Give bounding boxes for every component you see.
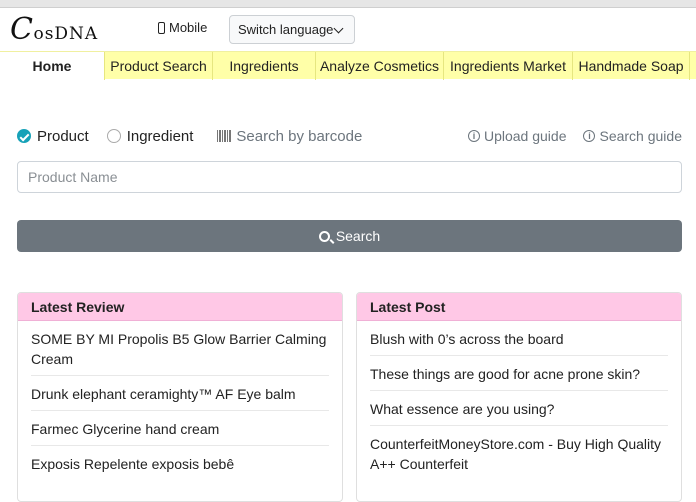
nav-item-handmade-soap[interactable]: Handmade Soap <box>573 52 690 80</box>
cosdna-logo[interactable]: CosDNA <box>10 12 98 47</box>
latest-review-title: Latest Review <box>18 293 342 321</box>
review-item[interactable]: Farmec Glycerine hand cream <box>31 411 329 446</box>
radio-product[interactable]: Product <box>17 128 89 145</box>
post-item[interactable]: These things are good for acne prone ski… <box>370 356 668 391</box>
post-item[interactable]: What essence are you using? <box>370 391 668 426</box>
radio-unchecked-icon <box>106 129 121 143</box>
review-item[interactable]: Exposis Repelente exposis bebê <box>31 446 329 480</box>
nav-item-analyze-cosmetics[interactable]: Analyze Cosmetics <box>316 52 444 80</box>
barcode-label: Search by barcode <box>236 127 363 145</box>
nav-item-home[interactable]: Home <box>0 52 105 80</box>
radio-ingredient-label: Ingredient <box>126 127 194 145</box>
upload-guide-label: Upload guide <box>483 128 567 144</box>
chevron-down-icon <box>333 23 344 34</box>
search-button[interactable]: Search <box>17 220 682 252</box>
info-icon: i <box>583 130 596 142</box>
radio-ingredient[interactable]: Ingredient <box>106 127 194 145</box>
product-name-input[interactable]: Product Name <box>17 161 682 193</box>
search-guide-link[interactable]: i Search guide <box>583 128 682 144</box>
switch-language-label: Switch language <box>238 22 334 37</box>
nav-item-product-search[interactable]: Product Search <box>105 52 213 80</box>
search-icon <box>318 230 330 242</box>
mobile-phone-icon <box>158 21 165 34</box>
review-item[interactable]: SOME BY MI Propolis B5 Glow Barrier Calm… <box>31 321 329 376</box>
radio-product-label: Product <box>37 127 89 145</box>
mobile-label: Mobile <box>169 20 208 35</box>
nav-item-ingredients[interactable]: Ingredients <box>213 52 316 80</box>
search-by-barcode-link[interactable]: Search by barcode <box>217 128 362 145</box>
search-guide-label: Search guide <box>599 128 682 144</box>
post-item[interactable]: Blush with 0’s across the board <box>370 321 668 356</box>
latest-post-card: Latest Post Blush with 0’s across the bo… <box>356 292 682 502</box>
barcode-icon <box>217 130 232 142</box>
post-item[interactable]: CounterfeitMoneyStore.com - Buy High Qua… <box>370 426 668 480</box>
review-item[interactable]: Drunk elephant ceramighty™ AF Eye balm <box>31 376 329 411</box>
nav-item-ingredients-market[interactable]: Ingredients Market <box>444 52 573 80</box>
latest-post-title: Latest Post <box>357 293 681 321</box>
upload-guide-link[interactable]: i Upload guide <box>467 128 567 144</box>
info-icon: i <box>467 130 480 142</box>
switch-language-dropdown[interactable]: Switch language <box>229 15 355 44</box>
main-nav: Home Product Search Ingredients Analyze … <box>0 51 696 80</box>
site-header: CosDNA Mobile Switch language <box>0 8 696 51</box>
radio-checked-icon <box>17 129 31 143</box>
search-options-row: Product Ingredient Search by barcode i U… <box>17 125 682 147</box>
latest-review-card: Latest Review SOME BY MI Propolis B5 Glo… <box>17 292 343 502</box>
search-button-label: Search <box>335 228 381 244</box>
browser-top-strip <box>0 0 696 8</box>
mobile-link[interactable]: Mobile <box>158 20 207 35</box>
